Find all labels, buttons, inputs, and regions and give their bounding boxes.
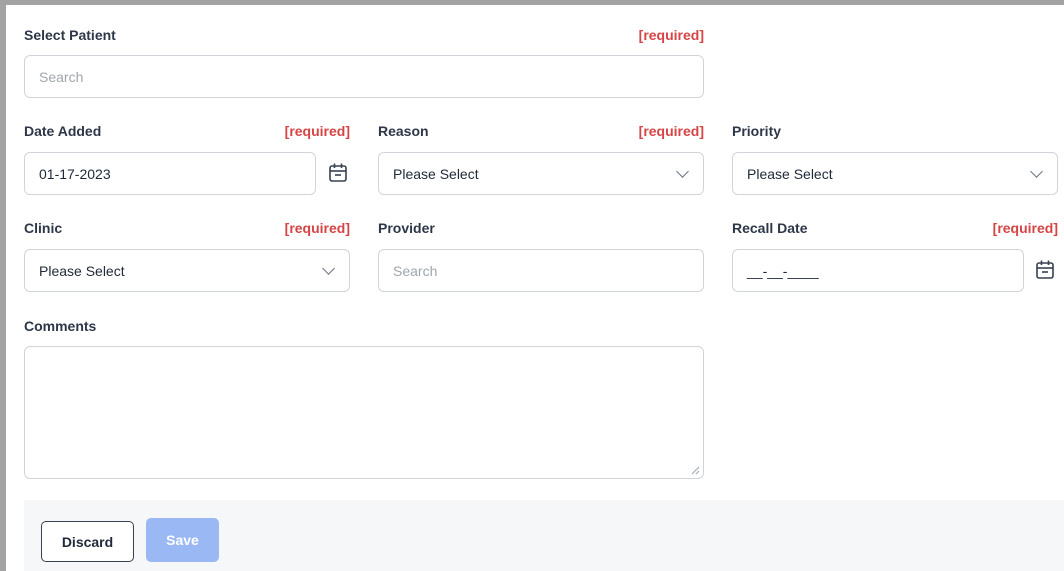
reason-select[interactable]: Please Select [378,152,704,195]
recall-form: Select Patient [required] Search Date Ad… [0,0,1064,571]
patient-search-input[interactable]: Search [24,55,704,98]
priority-label: Priority [732,123,782,139]
chevron-down-icon [322,261,335,275]
date-added-label: Date Added [24,123,102,139]
provider-search-placeholder: Search [393,262,438,279]
recall-date-value: __-__-____ [747,262,819,279]
recall-date-input[interactable]: __-__-____ [732,249,1024,292]
clinic-label: Clinic [24,220,63,236]
reason-label: Reason [378,123,429,139]
provider-label: Provider [378,220,435,236]
priority-selected-value: Please Select [747,165,833,182]
provider-search-input[interactable]: Search [378,249,704,292]
reason-required-tag: [required] [638,123,704,139]
clinic-field: Clinic [required] Please Select [24,220,350,292]
comments-label: Comments [24,318,97,334]
chevron-down-icon [676,164,689,178]
provider-field: Provider Search [378,220,704,292]
patient-search-placeholder: Search [39,68,84,85]
calendar-icon[interactable] [328,162,348,184]
resize-grip-icon[interactable] [690,465,700,475]
priority-select[interactable]: Please Select [732,152,1058,195]
comments-textarea[interactable] [24,346,704,479]
select-patient-required-tag: [required] [638,27,704,43]
clinic-selected-value: Please Select [39,262,125,279]
chevron-down-icon [1030,164,1043,178]
date-added-input[interactable]: 01-17-2023 [24,152,316,195]
date-added-field: Date Added [required] 01-17-2023 [24,123,350,195]
comments-field: Comments [24,318,704,479]
select-patient-label: Select Patient [24,27,116,43]
clinic-select[interactable]: Please Select [24,249,350,292]
reason-selected-value: Please Select [393,165,479,182]
recall-date-required-tag: [required] [992,220,1058,236]
form-footer: Discard Save [24,500,1064,571]
discard-button[interactable]: Discard [41,521,134,562]
clinic-required-tag: [required] [284,220,350,236]
priority-field: Priority Please Select [732,123,1058,195]
select-patient-field: Select Patient [required] Search [24,27,704,98]
recall-date-label: Recall Date [732,220,808,236]
date-added-value: 01-17-2023 [39,165,111,182]
recall-date-field: Recall Date [required] __-__-____ [732,220,1058,292]
save-button[interactable]: Save [146,518,219,562]
reason-field: Reason [required] Please Select [378,123,704,195]
calendar-icon[interactable] [1035,259,1055,281]
date-added-required-tag: [required] [284,123,350,139]
